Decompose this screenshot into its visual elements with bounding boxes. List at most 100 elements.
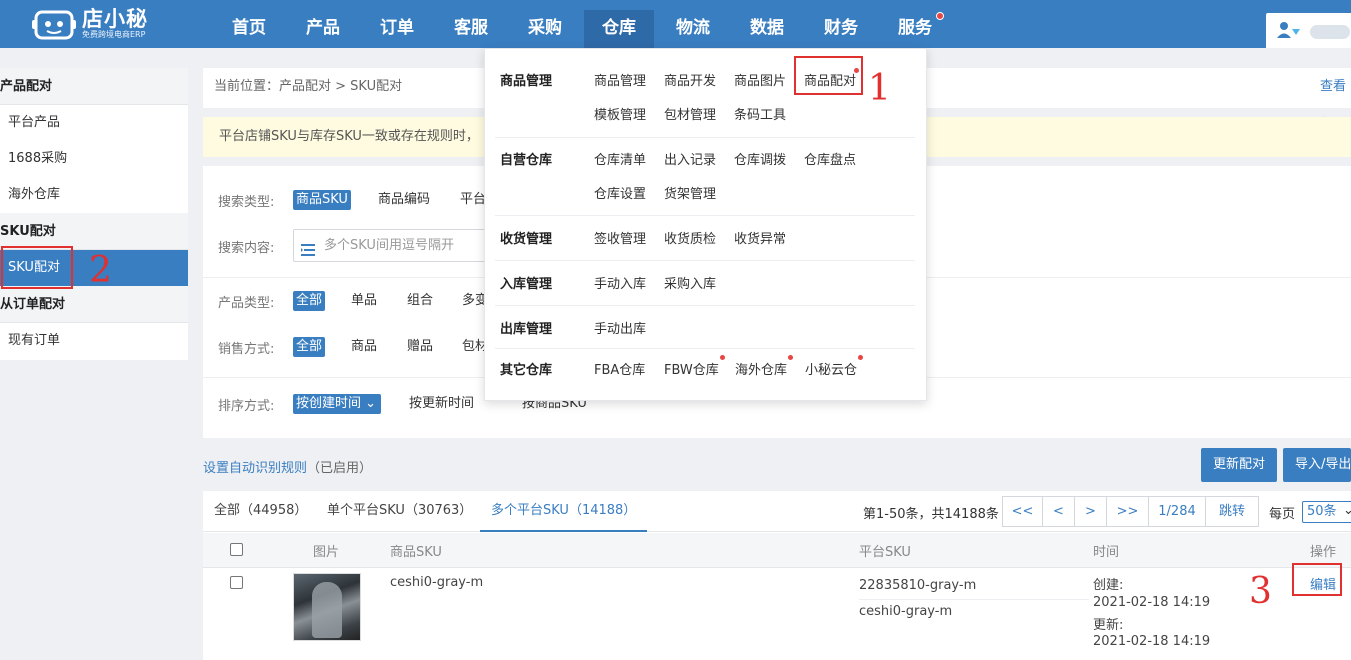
sidebar-item-platform-products[interactable]: 平台产品 — [0, 105, 188, 141]
annotation-box-goods-pairing — [794, 56, 863, 95]
annotation-box-sku-pairing — [1, 246, 73, 289]
menu-item-warehouse-settings[interactable]: 仓库设置 — [594, 183, 646, 202]
row-updated-label: 更新: — [1093, 618, 1124, 633]
menu-item-goods-development[interactable]: 商品开发 — [664, 70, 716, 89]
menu-section-receiving: 收货管理 — [500, 232, 553, 247]
nav-logistics[interactable]: 物流 — [660, 10, 726, 48]
menu-item-goods-management[interactable]: 商品管理 — [594, 70, 646, 89]
header-image: 图片 — [313, 545, 340, 560]
menu-item-template-management[interactable]: 模板管理 — [594, 104, 646, 123]
menu-item-goods-images[interactable]: 商品图片 — [734, 70, 786, 89]
auto-rule-label: 设置自动识别规则 — [203, 461, 308, 476]
tab-single-platform-sku[interactable]: 单个平台SKU（30763） — [316, 491, 483, 532]
nav-products[interactable]: 产品 — [290, 10, 356, 48]
sort-by-updated[interactable]: 按更新时间 — [406, 394, 477, 414]
logo-subtitle: 免费跨境电商ERP — [82, 30, 146, 39]
update-pairing-button[interactable]: 更新配对 — [1201, 448, 1278, 482]
menu-item-barcode-tool[interactable]: 条码工具 — [734, 104, 786, 123]
nav-home[interactable]: 首页 — [216, 10, 282, 48]
annotation-number-1: 1 — [868, 68, 891, 109]
first-page-button[interactable]: << — [1002, 496, 1043, 527]
sale-mode-all[interactable]: 全部 — [293, 337, 326, 357]
tab-bar: 全部（44958） 单个平台SKU（30763） 多个平台SKU（14188） … — [203, 491, 1351, 532]
annotation-number-3: 3 — [1249, 571, 1272, 612]
menu-item-fba-warehouse[interactable]: FBA仓库 — [594, 359, 645, 378]
menu-item-receiving-qc[interactable]: 收货质检 — [664, 228, 716, 247]
menu-item-receiving-exception[interactable]: 收货异常 — [734, 228, 786, 247]
next-page-button[interactable]: > — [1074, 496, 1107, 527]
jump-button[interactable]: 跳转 — [1205, 496, 1259, 527]
import-export-button[interactable]: 导入/导出 — [1283, 448, 1351, 482]
menu-item-warehouse-transfer[interactable]: 仓库调拨 — [734, 149, 786, 168]
product-type-single[interactable]: 单品 — [348, 291, 380, 311]
search-input[interactable]: 多个SKU间用逗号隔开 — [293, 229, 488, 262]
header-platform-sku: 平台SKU — [859, 545, 911, 560]
user-menu[interactable] — [1266, 13, 1351, 48]
row-platform-sku-2: ceshi0-gray-m — [859, 604, 953, 619]
nav-finance[interactable]: 财务 — [808, 10, 874, 48]
robot-logo-icon — [32, 8, 76, 40]
row-created-label: 创建: — [1093, 578, 1124, 593]
product-type-all[interactable]: 全部 — [293, 291, 326, 311]
product-thumbnail[interactable] — [293, 573, 361, 641]
product-type-label: 产品类型: — [218, 296, 275, 311]
menu-item-fbw-warehouse[interactable]: FBW仓库 — [664, 359, 719, 378]
sidebar-item-overseas-warehouse[interactable]: 海外仓库 — [0, 177, 188, 213]
per-page-select[interactable]: 50条 ⌄ — [1302, 501, 1351, 523]
sku-table: 全部（44958） 单个平台SKU（30763） 多个平台SKU（14188） … — [203, 491, 1351, 660]
per-page-value: 50条 — [1307, 504, 1337, 519]
menu-item-xiaomi-cloud-warehouse[interactable]: 小秘云仓 — [805, 359, 857, 378]
nav-customer-service[interactable]: 客服 — [438, 10, 504, 48]
sidebar-item-existing-orders[interactable]: 现有订单 — [0, 323, 188, 359]
menu-section-own-warehouse: 自营仓库 — [500, 153, 553, 168]
tab-all[interactable]: 全部（44958） — [203, 491, 318, 532]
username-blurred — [1310, 25, 1350, 39]
row-checkbox[interactable] — [230, 576, 243, 589]
row-created-time: 2021-02-18 14:19 — [1093, 595, 1211, 610]
new-badge-dot — [858, 355, 863, 360]
sidebar-group-product-pairing: 产品配对 — [0, 68, 188, 105]
nav-warehouse[interactable]: 仓库 — [584, 10, 654, 48]
menu-item-sign-management[interactable]: 签收管理 — [594, 228, 646, 247]
logo[interactable]: 店小秘 免费跨境电商ERP — [32, 6, 162, 42]
select-all-checkbox[interactable] — [230, 543, 243, 556]
menu-item-manual-outbound[interactable]: 手动出库 — [594, 318, 646, 337]
sort-by-created[interactable]: 按创建时间 ⌄ — [293, 394, 382, 414]
nav-data[interactable]: 数据 — [734, 10, 800, 48]
search-placeholder: 多个SKU间用逗号隔开 — [324, 238, 454, 253]
new-badge-dot — [720, 355, 725, 360]
list-filter-icon — [301, 238, 317, 256]
sale-mode-gift[interactable]: 赠品 — [404, 337, 436, 357]
divider — [495, 260, 915, 261]
last-page-button[interactable]: >> — [1106, 496, 1149, 527]
prev-page-button[interactable]: < — [1042, 496, 1075, 527]
search-type-sku[interactable]: 商品SKU — [293, 190, 351, 210]
search-type-code[interactable]: 商品编码 — [375, 190, 433, 210]
menu-item-stocktake[interactable]: 仓库盘点 — [804, 149, 856, 168]
nav-purchase[interactable]: 采购 — [512, 10, 578, 48]
sidebar-item-1688-purchase[interactable]: 1688采购 — [0, 141, 188, 177]
product-type-bundle[interactable]: 组合 — [404, 291, 436, 311]
auto-rule-link[interactable]: 设置自动识别规则（已启用） — [203, 457, 372, 476]
header-time: 时间 — [1093, 545, 1120, 560]
row-updated-time: 2021-02-18 14:19 — [1093, 634, 1211, 649]
nav-orders[interactable]: 订单 — [364, 10, 430, 48]
menu-item-manual-inbound[interactable]: 手动入库 — [594, 273, 646, 292]
breadcrumb-text: 当前位置：产品配对 > SKU配对 — [214, 79, 403, 94]
menu-item-purchase-inbound[interactable]: 采购入库 — [664, 273, 716, 292]
tab-multi-platform-sku[interactable]: 多个平台SKU（14188） — [480, 491, 648, 532]
search-content-label: 搜索内容: — [218, 241, 275, 256]
menu-item-in-out-records[interactable]: 出入记录 — [664, 149, 716, 168]
menu-item-shelf-management[interactable]: 货架管理 — [664, 183, 716, 202]
divider — [495, 215, 915, 216]
table-header: 图片 商品SKU 平台SKU 时间 操作 — [203, 533, 1351, 568]
auto-rule-status: （已启用） — [307, 461, 373, 476]
logo-title: 店小秘 — [82, 7, 148, 31]
sale-mode-goods[interactable]: 商品 — [348, 337, 380, 357]
menu-item-overseas-warehouse[interactable]: 海外仓库 — [735, 359, 787, 378]
chevron-down-icon: ⌄ — [1343, 503, 1351, 518]
menu-item-packaging-management[interactable]: 包材管理 — [664, 104, 716, 123]
menu-item-warehouse-list[interactable]: 仓库清单 — [594, 149, 646, 168]
user-icon — [1276, 21, 1302, 43]
divider — [859, 599, 1089, 600]
